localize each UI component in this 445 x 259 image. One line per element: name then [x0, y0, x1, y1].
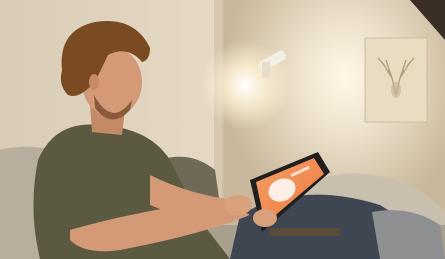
hand-right — [224, 195, 252, 215]
deer-art-icon — [364, 37, 428, 123]
side-table — [270, 228, 340, 236]
ear — [89, 74, 99, 90]
photo-illustration — [0, 0, 445, 259]
hand-left — [253, 209, 277, 227]
photo-scene — [0, 0, 445, 259]
